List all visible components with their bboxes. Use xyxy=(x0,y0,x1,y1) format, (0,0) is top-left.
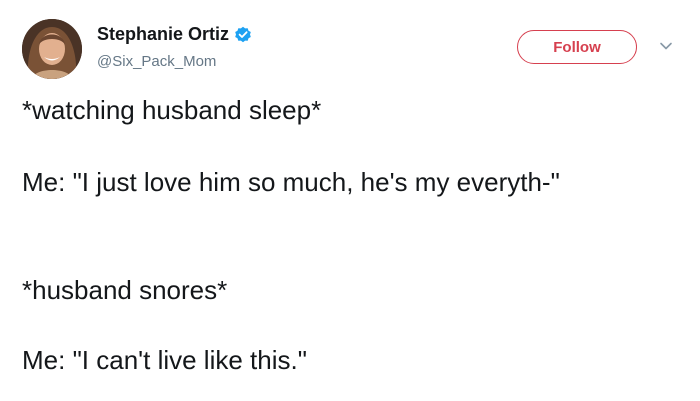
tweet-card: Stephanie Ortiz @Six_Pack_Mom Follow *wa… xyxy=(0,0,700,401)
author-display-name[interactable]: Stephanie Ortiz xyxy=(97,24,229,45)
follow-button[interactable]: Follow xyxy=(517,30,637,64)
avatar-image xyxy=(22,19,82,79)
tweet-paragraph: Me: "I can't live like this." xyxy=(22,345,307,375)
verified-badge-icon xyxy=(234,26,252,44)
chevron-down-icon[interactable] xyxy=(659,40,673,52)
tweet-paragraph: *watching husband sleep* xyxy=(22,95,322,125)
tweet-paragraph: *husband snores* xyxy=(22,275,228,305)
tweet-paragraph: Me: "I just love him so much, he's my ev… xyxy=(22,167,560,197)
author-handle[interactable]: @Six_Pack_Mom xyxy=(97,53,216,70)
avatar[interactable] xyxy=(22,19,82,79)
author-name-row: Stephanie Ortiz xyxy=(97,24,252,45)
